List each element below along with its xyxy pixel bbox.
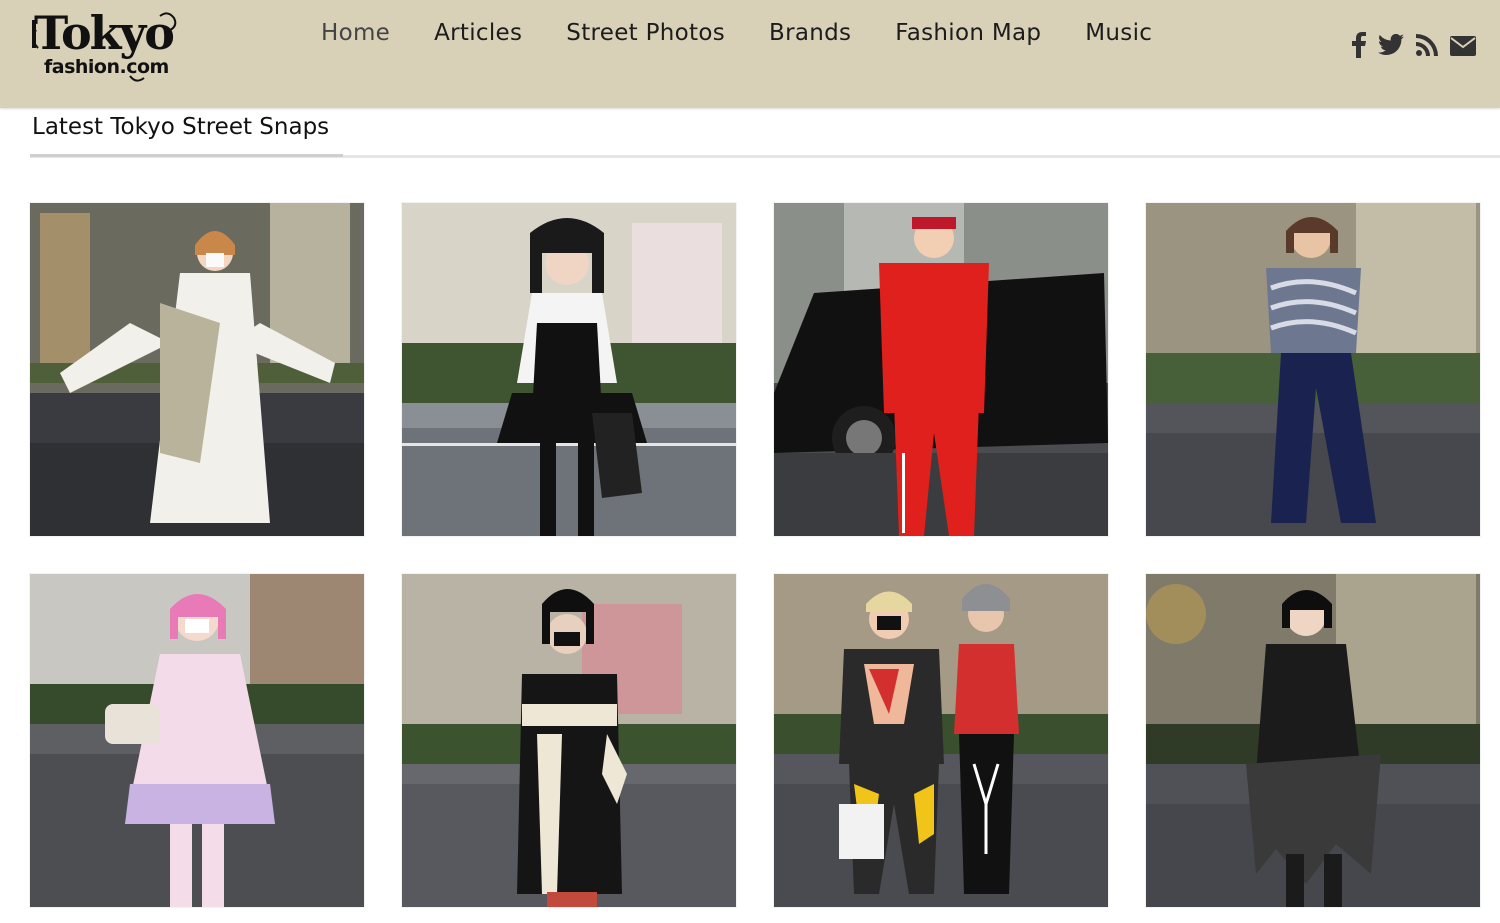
street-snap-photo[interactable] bbox=[774, 574, 1108, 907]
street-snap-photo[interactable] bbox=[402, 574, 736, 907]
street-snap-photo[interactable] bbox=[30, 203, 364, 536]
street-snap-photo[interactable] bbox=[1146, 203, 1480, 536]
street-snap-photo[interactable] bbox=[402, 203, 736, 536]
street-snap-photo[interactable] bbox=[774, 203, 1108, 536]
street-snap-photo[interactable] bbox=[30, 574, 364, 907]
photo-grid bbox=[0, 0, 1500, 923]
street-snap-photo[interactable] bbox=[1146, 574, 1480, 907]
